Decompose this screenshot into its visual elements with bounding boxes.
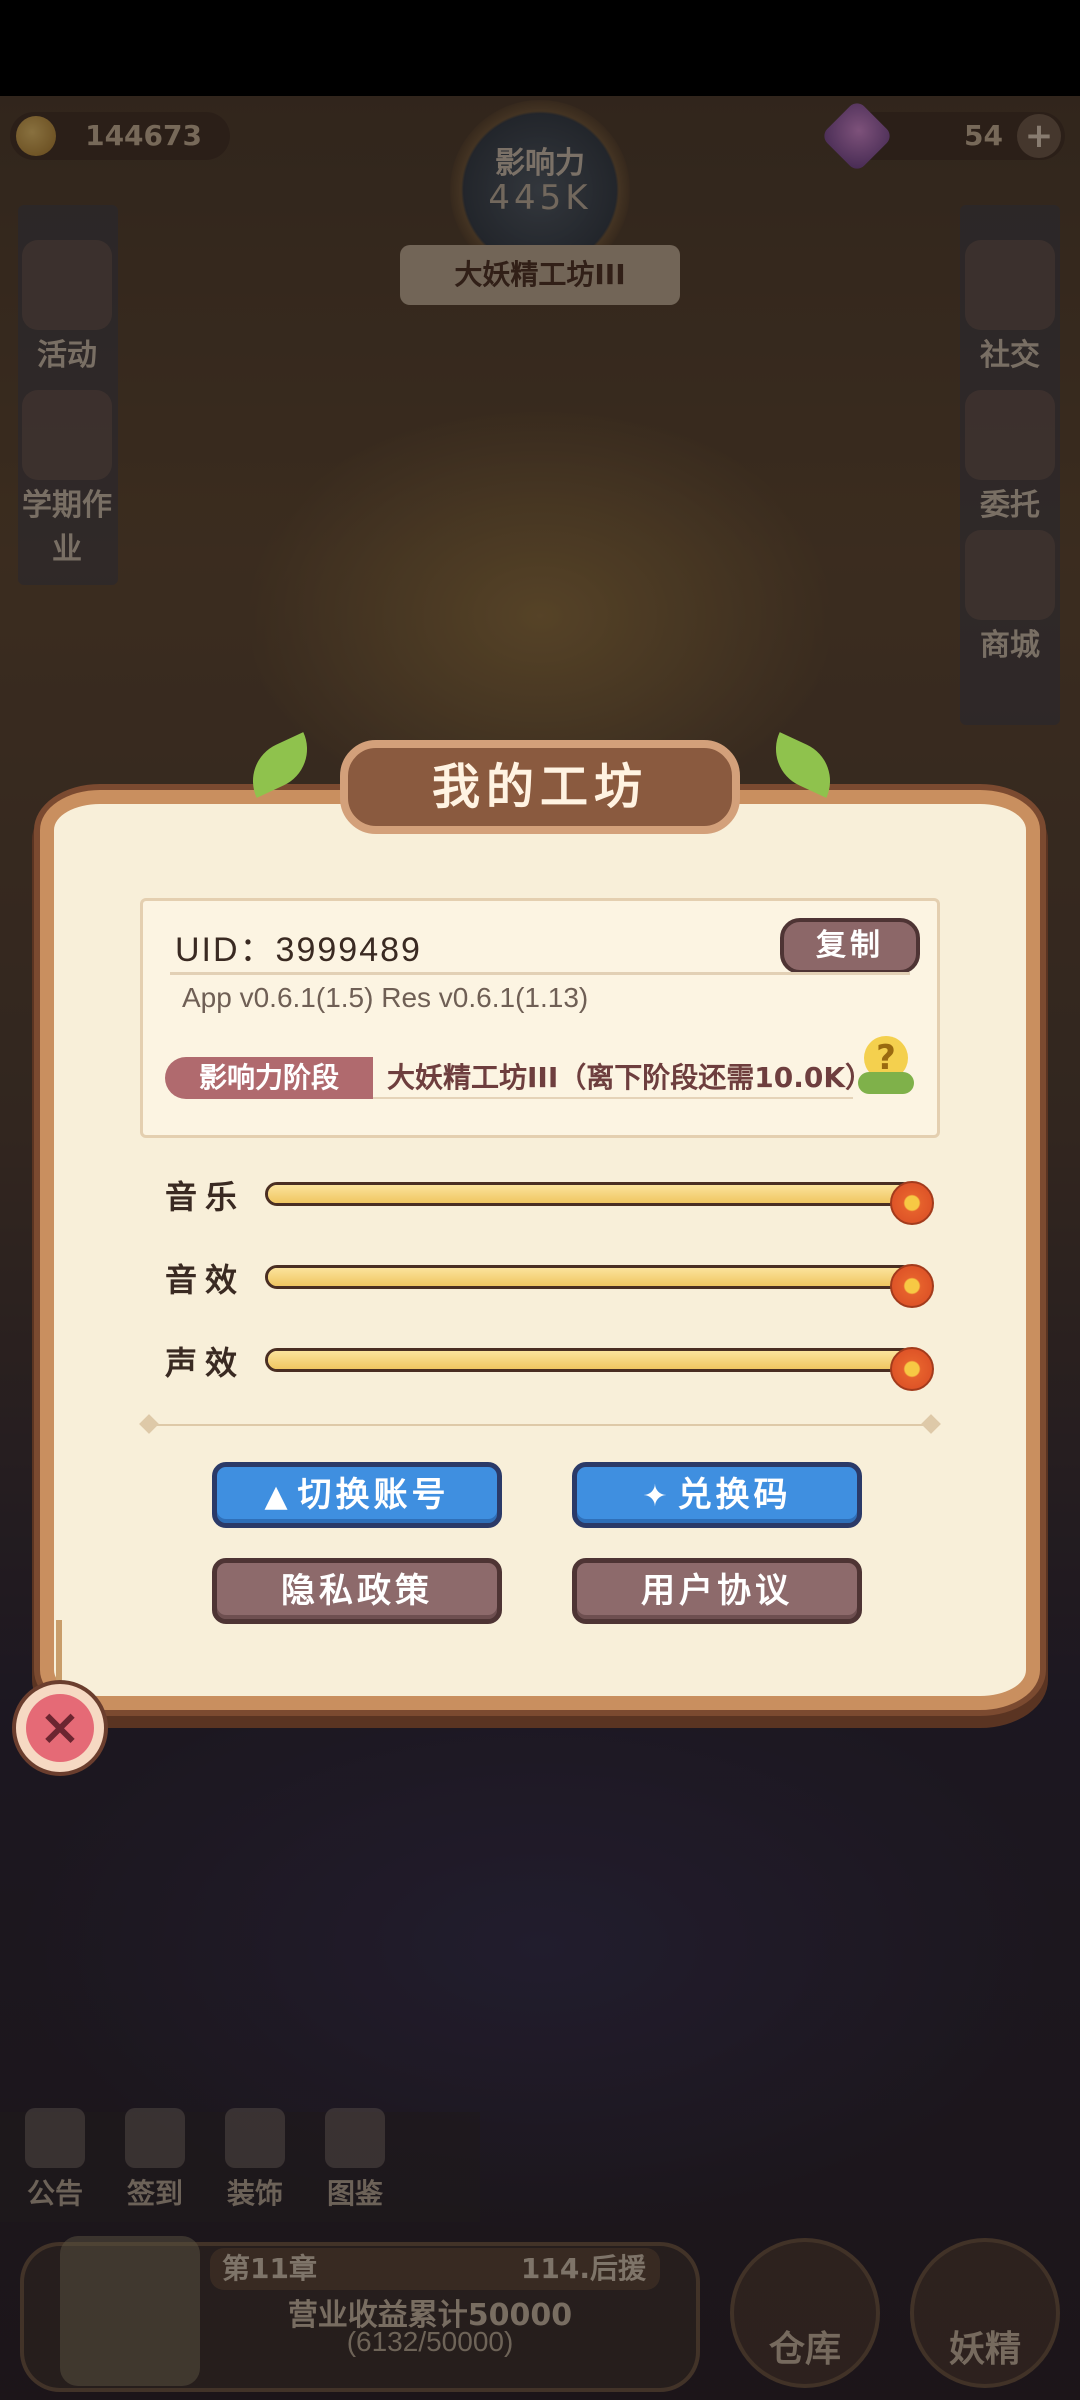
privacy-policy-button[interactable]: 隐私政策: [212, 1558, 502, 1624]
redeem-code-label: 兑换码: [677, 1475, 792, 1515]
sfx-volume-slider[interactable]: [265, 1264, 934, 1308]
flower-knob-icon[interactable]: [890, 1264, 934, 1308]
slider-label: 声效: [165, 1344, 246, 1382]
influence-stage-row: 影响力阶段 大妖精工坊III（离下阶段还需10.0K）: [165, 1057, 915, 1099]
music-volume-row: 音乐: [165, 1170, 945, 1225]
slider-fill: [268, 1185, 912, 1203]
influence-stage-value: 大妖精工坊III（离下阶段还需10.0K）: [373, 1057, 873, 1099]
close-cord: [56, 1620, 62, 1682]
redeem-code-button[interactable]: ✦ 兑换码: [572, 1462, 862, 1528]
influence-stage-tag: 影响力阶段: [165, 1057, 373, 1099]
close-icon: ×: [26, 1694, 94, 1762]
voice-volume-slider[interactable]: [265, 1347, 934, 1391]
user-agreement-button[interactable]: 用户协议: [572, 1558, 862, 1624]
uid-label: UID：3999489: [175, 931, 422, 969]
close-button[interactable]: ×: [12, 1680, 108, 1776]
leaf-icon: [858, 1072, 914, 1094]
section-divider: [150, 1424, 930, 1426]
status-bar: [0, 0, 1080, 96]
switch-account-button[interactable]: ▲ 切换账号: [212, 1462, 502, 1528]
help-hint-icon[interactable]: ?: [858, 1036, 914, 1096]
slider-fill: [268, 1268, 912, 1286]
version-info: App v0.6.1(1.5) Res v0.6.1(1.13): [182, 982, 589, 1013]
voice-volume-row: 声效: [165, 1336, 945, 1391]
dialog-title: 我的工坊: [340, 740, 740, 834]
flower-knob-icon[interactable]: [890, 1347, 934, 1391]
slider-fill: [268, 1351, 912, 1369]
witch-hat-icon: ▲: [264, 1479, 292, 1514]
flower-knob-icon[interactable]: [890, 1181, 934, 1225]
slider-label: 音乐: [165, 1178, 246, 1216]
copy-uid-button[interactable]: 复制: [780, 918, 920, 974]
slider-label: 音效: [165, 1261, 246, 1299]
sfx-volume-row: 音效: [165, 1253, 945, 1308]
uid-divider: [170, 972, 910, 975]
ticket-star-icon: ✦: [642, 1479, 672, 1514]
music-volume-slider[interactable]: [265, 1181, 934, 1225]
switch-account-label: 切换账号: [297, 1475, 450, 1515]
